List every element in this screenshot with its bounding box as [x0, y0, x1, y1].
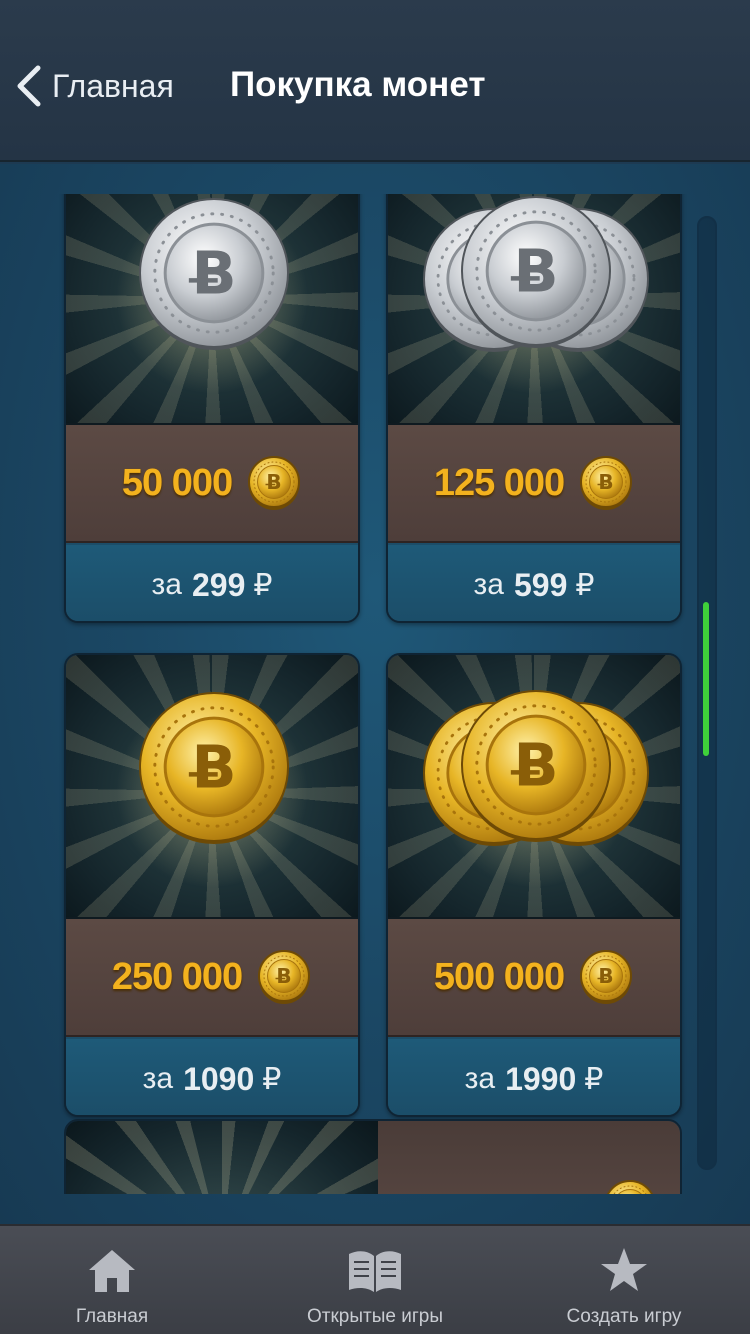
gold-coin-icon: B — [248, 456, 301, 510]
silver-coin-stack-icon: B B B — [423, 196, 649, 352]
coin-image: B B B — [388, 194, 680, 425]
price-value: 1990 — [505, 1060, 577, 1097]
product-list[interactable]: B 50 000 B за 299 ₽ B 125 000 B за 599 ₽… — [0, 194, 750, 1194]
product-card-partial[interactable]: B — [64, 1119, 682, 1194]
tab-label: Главная — [75, 1306, 149, 1327]
currency-symbol: ₽ — [262, 1062, 282, 1096]
gold-coin-stack-icon: B B B — [423, 690, 649, 846]
svg-text:B: B — [513, 731, 558, 800]
currency-symbol: ₽ — [253, 568, 273, 602]
currency-symbol: ₽ — [584, 1062, 604, 1096]
svg-text:B: B — [513, 237, 558, 306]
product-card-500000[interactable]: B B B 5 — [386, 653, 682, 1117]
product-card-50000[interactable]: B 50 000 B за 299 ₽ — [64, 194, 360, 623]
svg-text:B: B — [277, 964, 292, 988]
tab-label: Открытые игры — [307, 1306, 443, 1327]
star-icon — [601, 1248, 647, 1291]
tab-create-game[interactable]: Создать игру — [550, 1226, 698, 1334]
gold-coin-icon: B — [580, 456, 633, 510]
coin-store-content: B 50 000 B за 299 ₽ B 125 000 B за 599 ₽… — [0, 164, 750, 1224]
back-button[interactable]: Главная — [14, 58, 174, 114]
price-prefix: за — [142, 1062, 174, 1095]
product-card-250000[interactable]: B 250 000 B за 1090 ₽ — [64, 653, 360, 1117]
price-button[interactable]: за 599 ₽ — [388, 545, 680, 621]
chevron-left-icon — [17, 65, 41, 107]
coin-amount: 500 000 — [433, 955, 565, 998]
price-button[interactable]: за 299 ₽ — [66, 545, 358, 621]
amount-band: 250 000 B — [66, 919, 358, 1037]
page-title: Покупка монет — [230, 65, 486, 104]
gold-coin-large-icon: B — [139, 692, 289, 844]
svg-text:B: B — [191, 733, 236, 802]
svg-text:B: B — [191, 239, 236, 308]
book-icon — [349, 1251, 401, 1292]
coin-image: B — [66, 194, 358, 425]
price-value: 299 — [191, 566, 246, 603]
product-card-125000[interactable]: B B B 1 — [386, 194, 682, 623]
tab-open-games[interactable]: Открытые игры — [295, 1226, 455, 1334]
back-label: Главная — [52, 67, 174, 104]
tab-home[interactable]: Главная — [62, 1226, 162, 1334]
svg-text:B: B — [266, 470, 281, 494]
home-icon — [89, 1250, 135, 1292]
price-button[interactable]: за 1990 ₽ — [388, 1039, 680, 1115]
coin-amount: 250 000 — [111, 955, 243, 998]
tab-bar: Главная Открытые игры Создать игру — [0, 1224, 750, 1334]
price-button[interactable]: за 1090 ₽ — [66, 1039, 358, 1115]
price-prefix: за — [151, 568, 182, 601]
tab-label: Создать игру — [566, 1306, 682, 1327]
currency-symbol: ₽ — [575, 568, 595, 602]
price-prefix: за — [473, 568, 504, 601]
price-prefix: за — [464, 1062, 496, 1095]
svg-text:B: B — [599, 964, 614, 988]
coin-image: B — [66, 655, 358, 919]
nav-bar: Главная Покупка монет — [0, 0, 750, 162]
gold-coin-icon: B — [606, 1180, 654, 1194]
coin-image: B B B — [388, 655, 680, 919]
gold-coin-icon: B — [580, 950, 633, 1004]
coin-image — [66, 1121, 378, 1194]
scrollbar-thumb[interactable] — [703, 602, 709, 756]
amount-band: B — [378, 1121, 680, 1194]
amount-band: 500 000 B — [388, 919, 680, 1037]
gold-coin-icon: B — [258, 950, 311, 1004]
price-value: 1090 — [183, 1060, 255, 1097]
amount-band: 125 000 B — [388, 425, 680, 543]
silver-coin-icon: B — [139, 198, 289, 350]
price-value: 599 — [513, 566, 568, 603]
coin-amount: 50 000 — [121, 461, 233, 504]
svg-text:B: B — [599, 470, 614, 494]
amount-band: 50 000 B — [66, 425, 358, 543]
coin-amount: 125 000 — [433, 461, 565, 504]
